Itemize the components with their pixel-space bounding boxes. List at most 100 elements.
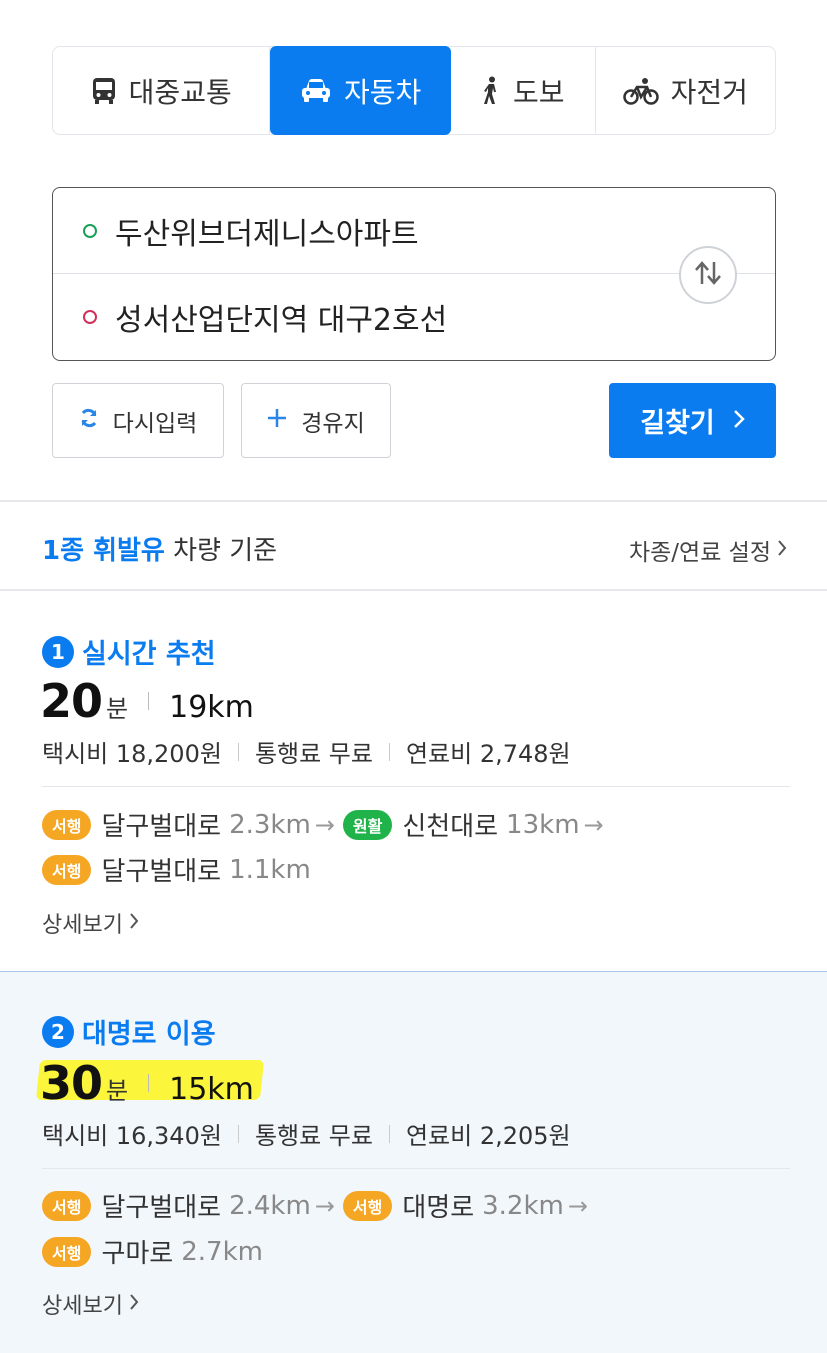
route-card[interactable]: 2 대명로 이용 30 분 15km 택시비 16,340원 통행료 무료 연료… [0, 971, 827, 1353]
traffic-badge: 서행 [42, 1190, 92, 1221]
tab-label: 도보 [512, 75, 565, 109]
chevron-right-icon [777, 537, 787, 563]
vehicle-basis-text: 차량 기준 [173, 536, 278, 566]
traffic-badge: 서행 [42, 854, 92, 885]
origin-field[interactable]: 두산위브더제니스아파트 [53, 188, 775, 274]
add-waypoint-button[interactable]: 경유지 [241, 383, 391, 458]
arrow-right-icon: → [567, 1191, 588, 1220]
separator [148, 692, 150, 710]
car-icon [300, 78, 332, 104]
road-name: 대명로 [402, 1193, 475, 1223]
swap-button[interactable] [679, 246, 737, 304]
tab-label: 자전거 [670, 75, 748, 109]
chevron-right-icon [733, 405, 745, 436]
find-route-button[interactable]: 길찾기 [609, 383, 776, 458]
route-time: 30 [40, 1056, 103, 1110]
detail-label: 상세보기 [42, 913, 123, 938]
road-distance: 1.1km [229, 854, 311, 885]
route-rank-badge: 1 [42, 635, 74, 668]
route-title: 1 실시간 추천 [42, 632, 216, 671]
separator [388, 1124, 390, 1143]
origin-text: 두산위브더제니스아파트 [115, 216, 419, 252]
route-title: 2 대명로 이용 [42, 1012, 216, 1051]
route-detail-link[interactable]: 상세보기 [42, 1288, 139, 1320]
toll-fee: 통행료 무료 [254, 740, 373, 768]
transport-mode-tabs: 대중교통 자동차 도보 자전거 [52, 46, 776, 135]
route-segments-line: 서행 달구벌대로 2.4km → 서행 대명로 3.2km → [42, 1187, 596, 1224]
route-rank-badge: 2 [42, 1015, 74, 1048]
fuel-cost: 연료비 2,205원 [405, 1122, 571, 1150]
bus-icon [91, 77, 117, 105]
route-detail-link[interactable]: 상세보기 [42, 907, 139, 939]
road-distance: 2.7km [181, 1236, 263, 1267]
taxi-fare: 택시비 18,200원 [42, 740, 222, 768]
chevron-right-icon [129, 911, 139, 936]
tab-bicycle[interactable]: 자전거 [596, 47, 776, 134]
road-name: 달구벌대로 [101, 812, 222, 842]
traffic-badge: 서행 [42, 809, 92, 840]
separator [388, 742, 390, 761]
waypoint-label: 경유지 [301, 410, 365, 437]
route-time-unit: 분 [106, 1077, 129, 1105]
road-distance: 3.2km [482, 1190, 564, 1221]
tab-car[interactable]: 자동차 [270, 46, 451, 135]
route-distance: 15km [169, 1072, 254, 1107]
route-costs: 택시비 18,200원 통행료 무료 연료비 2,748원 [42, 734, 571, 769]
road-distance: 13km [506, 809, 580, 840]
swap-arrows-icon [693, 260, 723, 290]
traffic-badge: 서행 [342, 1190, 393, 1221]
road-name: 구마로 [101, 1239, 174, 1269]
route-time-distance: 30 분 15km [40, 1056, 254, 1110]
card-divider [42, 786, 790, 787]
road-name: 신천대로 [402, 812, 499, 842]
route-card[interactable]: 1 실시간 추천 20 분 19km 택시비 18,200원 통행료 무료 연료… [0, 592, 827, 970]
vehicle-type: 1종 휘발유 [42, 536, 165, 566]
road-distance: 2.4km [229, 1190, 311, 1221]
route-distance: 19km [169, 690, 254, 725]
route-title-text: 대명로 이용 [82, 1019, 216, 1050]
fuel-cost: 연료비 2,748원 [405, 740, 571, 768]
separator [148, 1074, 150, 1092]
traffic-badge: 원활 [342, 809, 393, 840]
road-name: 달구벌대로 [101, 1193, 222, 1223]
toll-fee: 통행료 무료 [254, 1122, 373, 1150]
tab-label: 자동차 [344, 75, 422, 109]
traffic-badge: 서행 [42, 1236, 92, 1267]
find-route-label: 길찾기 [640, 408, 715, 439]
arrow-right-icon: → [314, 810, 335, 839]
route-time-unit: 분 [106, 695, 129, 723]
section-divider [0, 589, 827, 591]
vehicle-settings-link[interactable]: 차종/연료 설정 [629, 533, 787, 567]
taxi-fare: 택시비 16,340원 [42, 1122, 222, 1150]
road-distance: 2.3km [229, 809, 311, 840]
route-search-box: 두산위브더제니스아파트 성서산업단지역 대구2호선 [52, 187, 776, 361]
reset-button[interactable]: 다시입력 [52, 383, 224, 458]
vehicle-settings-label: 차종/연료 설정 [628, 540, 771, 566]
route-segments-line: 서행 달구벌대로 1.1km [42, 851, 311, 888]
vehicle-basis: 1종 휘발유 차량 기준 [42, 530, 277, 567]
route-segments-line: 서행 달구벌대로 2.3km → 원활 신천대로 13km → [42, 806, 612, 843]
arrow-right-icon: → [583, 810, 604, 839]
separator [237, 1124, 239, 1143]
card-divider [42, 1168, 790, 1169]
reset-label: 다시입력 [112, 410, 198, 437]
chevron-right-icon [129, 1292, 139, 1317]
tab-label: 대중교통 [128, 75, 232, 109]
route-title-text: 실시간 추천 [82, 639, 216, 670]
destination-field[interactable]: 성서산업단지역 대구2호선 [53, 274, 775, 360]
arrow-right-icon: → [314, 1191, 335, 1220]
route-time-distance: 20 분 19km [40, 674, 254, 728]
route-costs: 택시비 16,340원 통행료 무료 연료비 2,205원 [42, 1116, 571, 1151]
origin-marker-icon [83, 223, 97, 238]
destination-text: 성서산업단지역 대구2호선 [115, 303, 448, 338]
destination-marker-icon [83, 310, 97, 324]
plus-icon [267, 408, 287, 434]
separator [237, 742, 239, 761]
refresh-icon [79, 408, 99, 434]
tab-public-transit[interactable]: 대중교통 [53, 47, 271, 134]
bicycle-icon [622, 77, 659, 105]
walk-icon [481, 76, 501, 106]
route-segments-line: 서행 구마로 2.7km [42, 1233, 263, 1270]
detail-label: 상세보기 [42, 1294, 123, 1319]
tab-walk[interactable]: 도보 [451, 47, 596, 134]
